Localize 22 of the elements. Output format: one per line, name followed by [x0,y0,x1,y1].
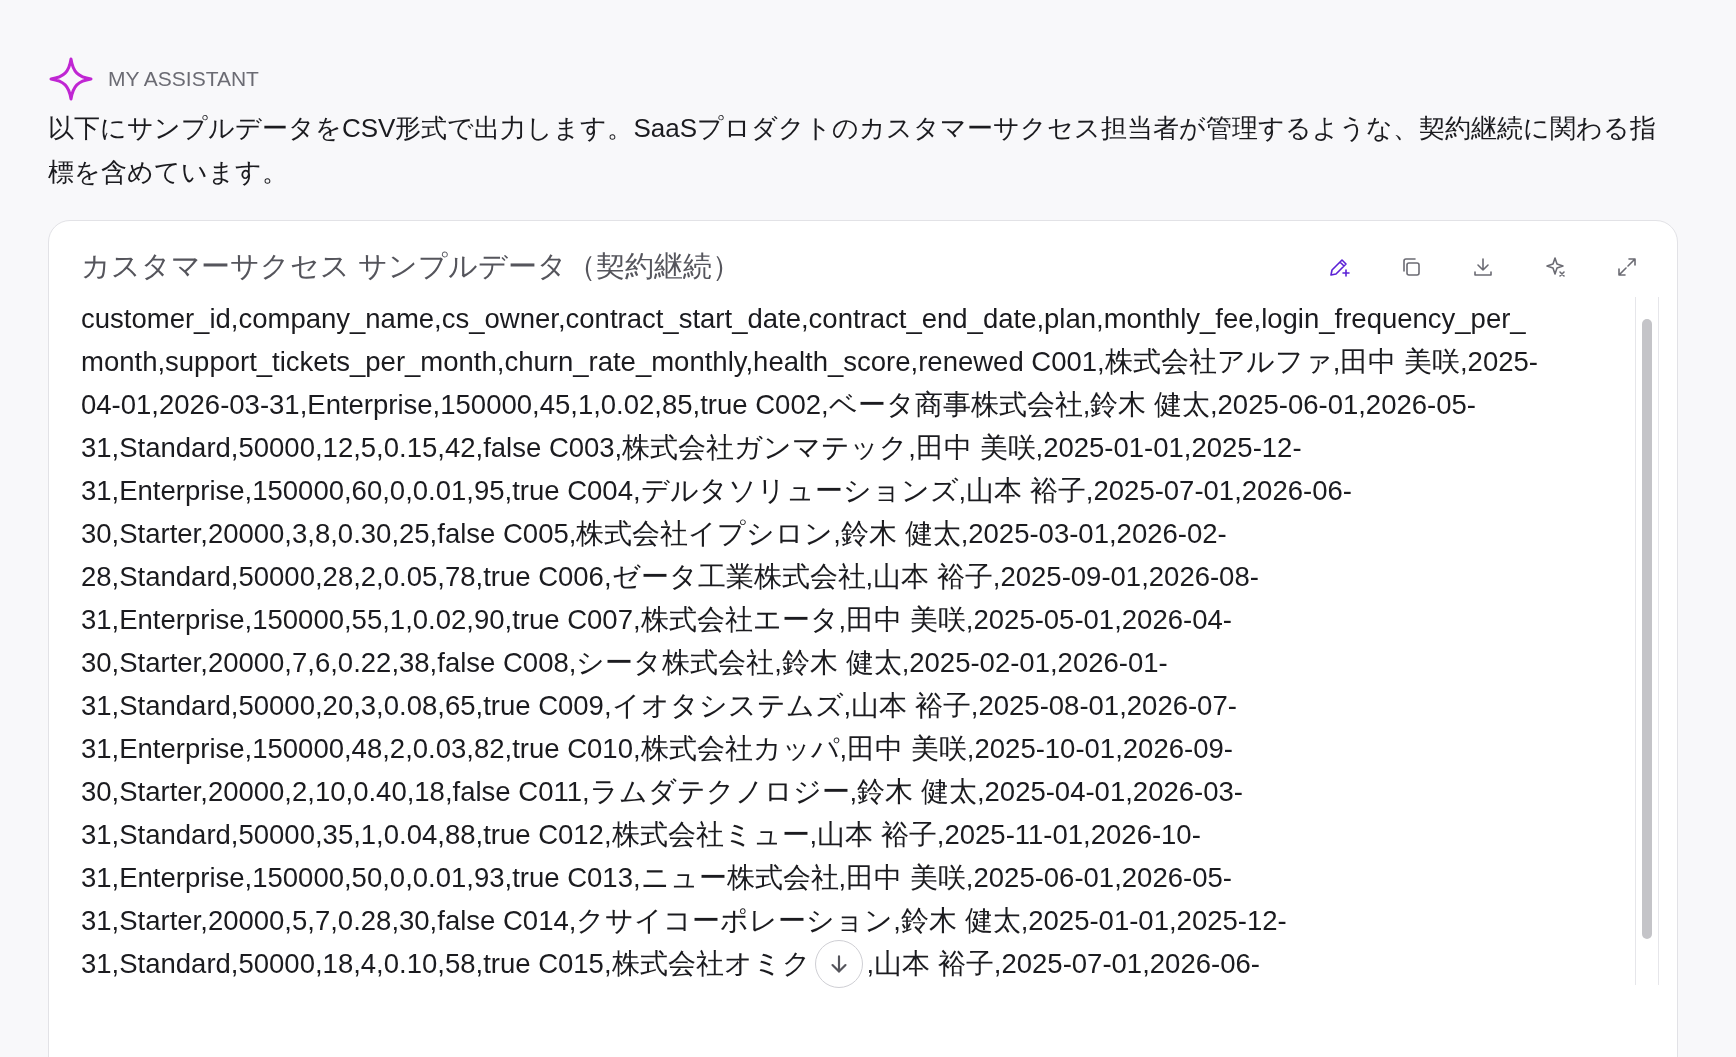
csv-text: 30,Starter,20000,2,10,0.40,18,false C011,ラムダテクノロジー,鈴木 健太,2025-04-01,2026-03- [81,775,1243,809]
csv-text: 31,Enterprise,150000,60,0,0.01,95,true C004,デルタソリューションズ,山本 裕子,2025-07-01,2026-06- [81,474,1352,508]
csv-text: 31,Standard,50000,12,5,0.15,42,false C003,株式会社ガンマテック,田中 美咲,2025-01-01,2025-12- [81,431,1302,465]
csv-text: 30,Starter,20000,7,6,0.22,38,false C008,シータ株式会社,鈴木 健太,2025-02-01,2026-01- [81,646,1168,680]
csv-text: customer_id,company_name,cs_owner,contract_start_date,contract_end_date,plan,monthly_fee,login_frequency_per_ [81,302,1526,336]
assistant-name: MY ASSISTANT [108,67,259,91]
csv-text: 31,Enterprise,150000,55,1,0.02,90,true C007,株式会社エータ,田中 美咲,2025-05-01,2026-04- [81,603,1232,637]
csv-text: 31,Standard,50000,35,1,0.04,88,true C012,株式会社ミュー,山本 裕子,2025-11-01,2026-10- [81,818,1201,852]
csv-text: 30,Starter,20000,3,8,0.30,25,false C005,株式会社イプシロン,鈴木 健太,2025-03-01,2026-02- [81,517,1227,551]
csv-text: month,support_tickets_per_month,churn_rate_monthly,health_score,renewed C001,株式会社アルファ,田中 美咲,2025- [81,345,1538,379]
csv-text: 04-01,2026-03-31,Enterprise,150000,45,1,0.02,85,true C002,ベータ商事株式会社,鈴木 健太,2025-06-01,2026-05- [81,388,1476,422]
sparkle-icon [48,56,94,102]
csv-text: 31,Enterprise,150000,48,2,0.03,82,true C010,株式会社カッパ,田中 美咲,2025-10-01,2026-09- [81,732,1233,766]
csv-text: ,山本 裕子,2025-07-01,2026-06- [866,947,1260,981]
csv-text: 31,Enterprise,150000,50,0,0.01,93,true C013,ニュー株式会社,田中 美咲,2025-06-01,2026-05- [81,861,1232,895]
csv-text: 28,Standard,50000,28,2,0.05,78,true C006,ゼータ工業株式会社,山本 裕子,2025-09-01,2026-08- [81,560,1259,594]
assistant-message: 以下にサンプルデータをCSV形式で出力します。SaaSプロダクトのカスタマーサクセス担当者が管理するような、契約継続に関わる指標を含めています。 [48,112,1658,189]
csv-text: 31,Standard,50000,18,4,0.10,58,true C015,株式会社オミク [81,947,811,981]
csv-text: 31,Standard,50000,20,3,0.08,65,true C009,イオタシステムズ,山本 裕子,2025-08-01,2026-07- [81,689,1237,723]
scrollbar[interactable] [1642,319,1652,939]
artifact-title: カスタマーサクセス サンプルデータ（契約継続） [81,249,742,284]
csv-text: 31,Starter,20000,5,7,0.28,30,false C014,クサイコーポレーション,鈴木 健太,2025-01-01,2025-12- [81,904,1287,938]
